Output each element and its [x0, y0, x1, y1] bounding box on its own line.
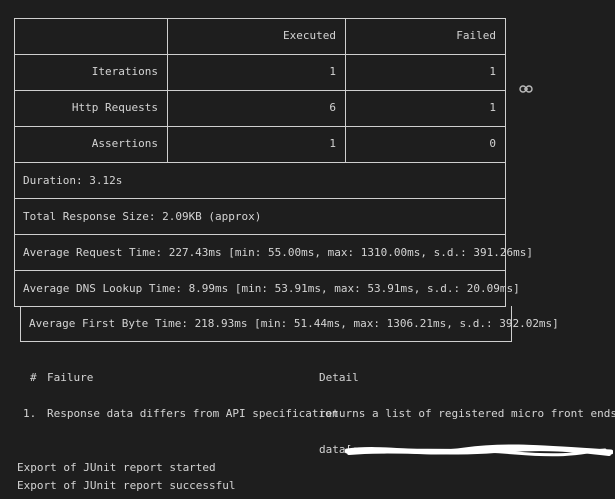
summary-rule	[14, 306, 506, 307]
failure-item-detail: returns a list of registered micro front…	[319, 407, 615, 420]
row-failed-assertions: 0	[489, 137, 496, 150]
row-executed-iterations: 1	[329, 65, 336, 78]
header-executed: Executed	[283, 29, 336, 42]
table-rule	[14, 54, 506, 55]
failure-header-failure: Failure	[47, 371, 94, 384]
summary-rule	[14, 198, 506, 199]
table-border-left	[14, 18, 15, 171]
summary-rule	[14, 270, 506, 271]
summary-first-byte-time: Average First Byte Time: 218.93ms [min: …	[29, 317, 559, 330]
summary-rule	[20, 341, 512, 342]
summary-dns-time: Average DNS Lookup Time: 8.99ms [min: 53…	[23, 282, 520, 295]
summary-border-left	[20, 306, 21, 342]
log-line-started: Export of JUnit report started	[17, 461, 216, 474]
row-executed-assertions: 1	[329, 137, 336, 150]
failure-header-detail: Detail	[319, 371, 359, 384]
table-column-divider	[167, 18, 168, 162]
row-label-assertions: Assertions	[91, 137, 158, 150]
failure-header-number: #	[30, 371, 37, 384]
summary-border-left	[14, 171, 15, 306]
table-border-right	[505, 18, 506, 171]
table-rule	[14, 18, 506, 19]
terminal-output: Executed Failed Iterations 1 1 Http Requ…	[0, 0, 615, 499]
table-rule	[14, 126, 506, 127]
summary-response-size: Total Response Size: 2.09KB (approx)	[23, 210, 262, 223]
row-failed-iterations: 1	[489, 65, 496, 78]
log-line-successful: Export of JUnit report successful	[17, 479, 236, 492]
header-failed: Failed	[456, 29, 496, 42]
table-column-divider	[345, 18, 346, 162]
table-rule	[14, 90, 506, 91]
summary-duration: Duration: 3.12s	[23, 174, 123, 187]
row-label-iterations: Iterations	[91, 65, 158, 78]
failure-item-number: 1.	[23, 407, 37, 420]
run-summary-table: Executed Failed Iterations 1 1 Http Requ…	[14, 18, 506, 171]
row-failed-http-requests: 1	[489, 101, 496, 114]
failure-item-text: Response data differs from API specifica…	[47, 407, 339, 420]
redaction-mark	[345, 444, 613, 457]
summary-request-time: Average Request Time: 227.43ms [min: 55.…	[23, 246, 533, 259]
row-executed-http-requests: 6	[329, 101, 336, 114]
row-label-http-requests: Http Requests	[71, 101, 158, 114]
link-icon[interactable]	[519, 83, 533, 95]
summary-rule	[14, 234, 506, 235]
table-rule	[14, 162, 506, 163]
